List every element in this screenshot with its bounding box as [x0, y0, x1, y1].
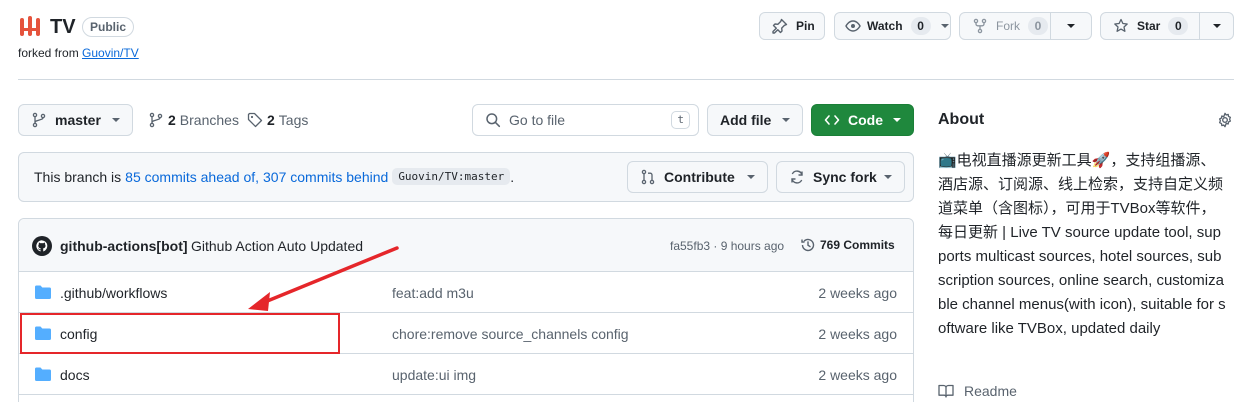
- code-label: Code: [848, 112, 883, 128]
- folder-icon: [34, 284, 52, 300]
- chevron-down-icon: [1067, 24, 1075, 28]
- repo-name[interactable]: TV: [50, 14, 76, 40]
- star-icon: [1113, 18, 1129, 34]
- go-to-file-shortcut: t: [671, 111, 690, 129]
- chevron-down-icon: [782, 118, 790, 122]
- repo-logo-icon: [18, 14, 42, 38]
- fork-dropdown-button[interactable]: [1050, 12, 1092, 40]
- forked-from-link[interactable]: Guovin/TV: [82, 46, 139, 60]
- branches-label: Branches: [179, 112, 239, 128]
- about-heading: About: [938, 111, 985, 128]
- tags-count: 2: [267, 112, 275, 128]
- branch-status-prefix: This branch is: [34, 168, 122, 185]
- chevron-down-icon: [112, 118, 120, 122]
- commits-behind-link[interactable]: 307 commits behind: [263, 169, 388, 185]
- upstream-ref: Guovin/TV:master: [392, 168, 511, 185]
- commits-ahead-link[interactable]: 85 commits ahead of,: [125, 169, 259, 185]
- add-file-label: Add file: [720, 112, 772, 128]
- commit-hash-time[interactable]: fa55fb3 · 9 hours ago: [670, 239, 784, 253]
- readme-link[interactable]: Readme: [938, 383, 1017, 399]
- contribute-button[interactable]: Contribute: [627, 161, 768, 193]
- visibility-badge: Public: [82, 17, 135, 37]
- watch-button[interactable]: Watch 0: [834, 12, 951, 40]
- book-icon: [938, 383, 954, 399]
- pin-button[interactable]: Pin: [759, 12, 825, 40]
- about-description: 📺电视直播源更新工具🚀，支持组播源、酒店源、订阅源、线上检索，支持自定义频道菜单…: [938, 152, 1226, 337]
- gear-icon[interactable]: [1217, 112, 1233, 128]
- forked-from: forked from Guovin/TV: [18, 46, 139, 60]
- folder-icon: [34, 366, 52, 382]
- star-dropdown-button[interactable]: [1199, 12, 1234, 40]
- file-updated-time: 2 weeks ago: [818, 285, 897, 301]
- pin-label: Pin: [796, 19, 815, 33]
- fork-button[interactable]: Fork 0: [959, 12, 1051, 40]
- star-label: Star: [1137, 19, 1161, 33]
- table-row[interactable]: docs update:ui img 2 weeks ago: [19, 355, 913, 395]
- branch-status-text: This branch is 85 commits ahead of, 307 …: [34, 168, 514, 185]
- chevron-down-icon: [893, 118, 901, 122]
- code-button[interactable]: Code: [811, 104, 914, 136]
- fork-count: 0: [1028, 17, 1048, 35]
- chevron-down-icon: [747, 175, 755, 179]
- branch-icon: [31, 112, 47, 128]
- pin-icon: [772, 18, 788, 34]
- sync-fork-label: Sync fork: [813, 169, 877, 185]
- go-to-file-placeholder: Go to file: [509, 112, 566, 128]
- tags-label: Tags: [278, 112, 309, 128]
- file-updated-time: 2 weeks ago: [818, 326, 897, 342]
- eye-icon: [845, 18, 861, 34]
- history-icon: [800, 237, 816, 253]
- branch-icon: [148, 112, 164, 128]
- chevron-down-icon: [884, 175, 892, 179]
- sync-icon: [789, 169, 805, 185]
- table-row[interactable]: .github/workflows feat:add m3u 2 weeks a…: [19, 273, 913, 313]
- contribute-label: Contribute: [664, 169, 735, 185]
- github-avatar[interactable]: [32, 236, 52, 256]
- annotation-arrow: [248, 246, 399, 311]
- commit-author[interactable]: github-actions[bot]: [60, 238, 188, 254]
- branch-status-suffix: .: [510, 168, 515, 185]
- branches-count: 2: [168, 112, 176, 128]
- branch-select-button[interactable]: master: [18, 104, 133, 136]
- file-commit-message[interactable]: chore:remove source_channels config: [392, 326, 629, 342]
- pull-request-icon: [640, 169, 656, 185]
- annotation-highlight-box: [20, 313, 340, 354]
- star-button[interactable]: Star 0: [1100, 12, 1200, 40]
- go-to-file-input[interactable]: Go to file t: [472, 104, 699, 136]
- code-icon: [824, 112, 840, 128]
- commits-count-link[interactable]: 769 Commits: [800, 237, 895, 253]
- tag-icon: [247, 112, 263, 128]
- branches-link[interactable]: 2 Branches: [148, 112, 239, 128]
- watch-label: Watch: [867, 19, 903, 33]
- fork-label: Fork: [996, 19, 1020, 33]
- search-icon: [485, 112, 501, 128]
- commits-count: 769 Commits: [820, 238, 895, 252]
- watch-count: 0: [910, 17, 931, 35]
- file-updated-time: 2 weeks ago: [818, 367, 897, 383]
- file-commit-message[interactable]: update:ui img: [392, 367, 476, 383]
- file-name[interactable]: docs: [60, 367, 90, 383]
- header-divider: [18, 79, 1234, 80]
- readme-label: Readme: [964, 383, 1017, 399]
- fork-icon: [972, 18, 988, 34]
- tags-link[interactable]: 2 Tags: [247, 112, 308, 128]
- file-name[interactable]: .github/workflows: [60, 285, 167, 301]
- branch-name: master: [55, 112, 101, 128]
- add-file-button[interactable]: Add file: [707, 104, 803, 136]
- chevron-down-icon: [940, 24, 949, 28]
- sync-fork-button[interactable]: Sync fork: [776, 161, 905, 193]
- chevron-down-icon: [1212, 24, 1221, 28]
- forked-from-prefix: forked from: [18, 46, 79, 60]
- star-count: 0: [1168, 17, 1189, 35]
